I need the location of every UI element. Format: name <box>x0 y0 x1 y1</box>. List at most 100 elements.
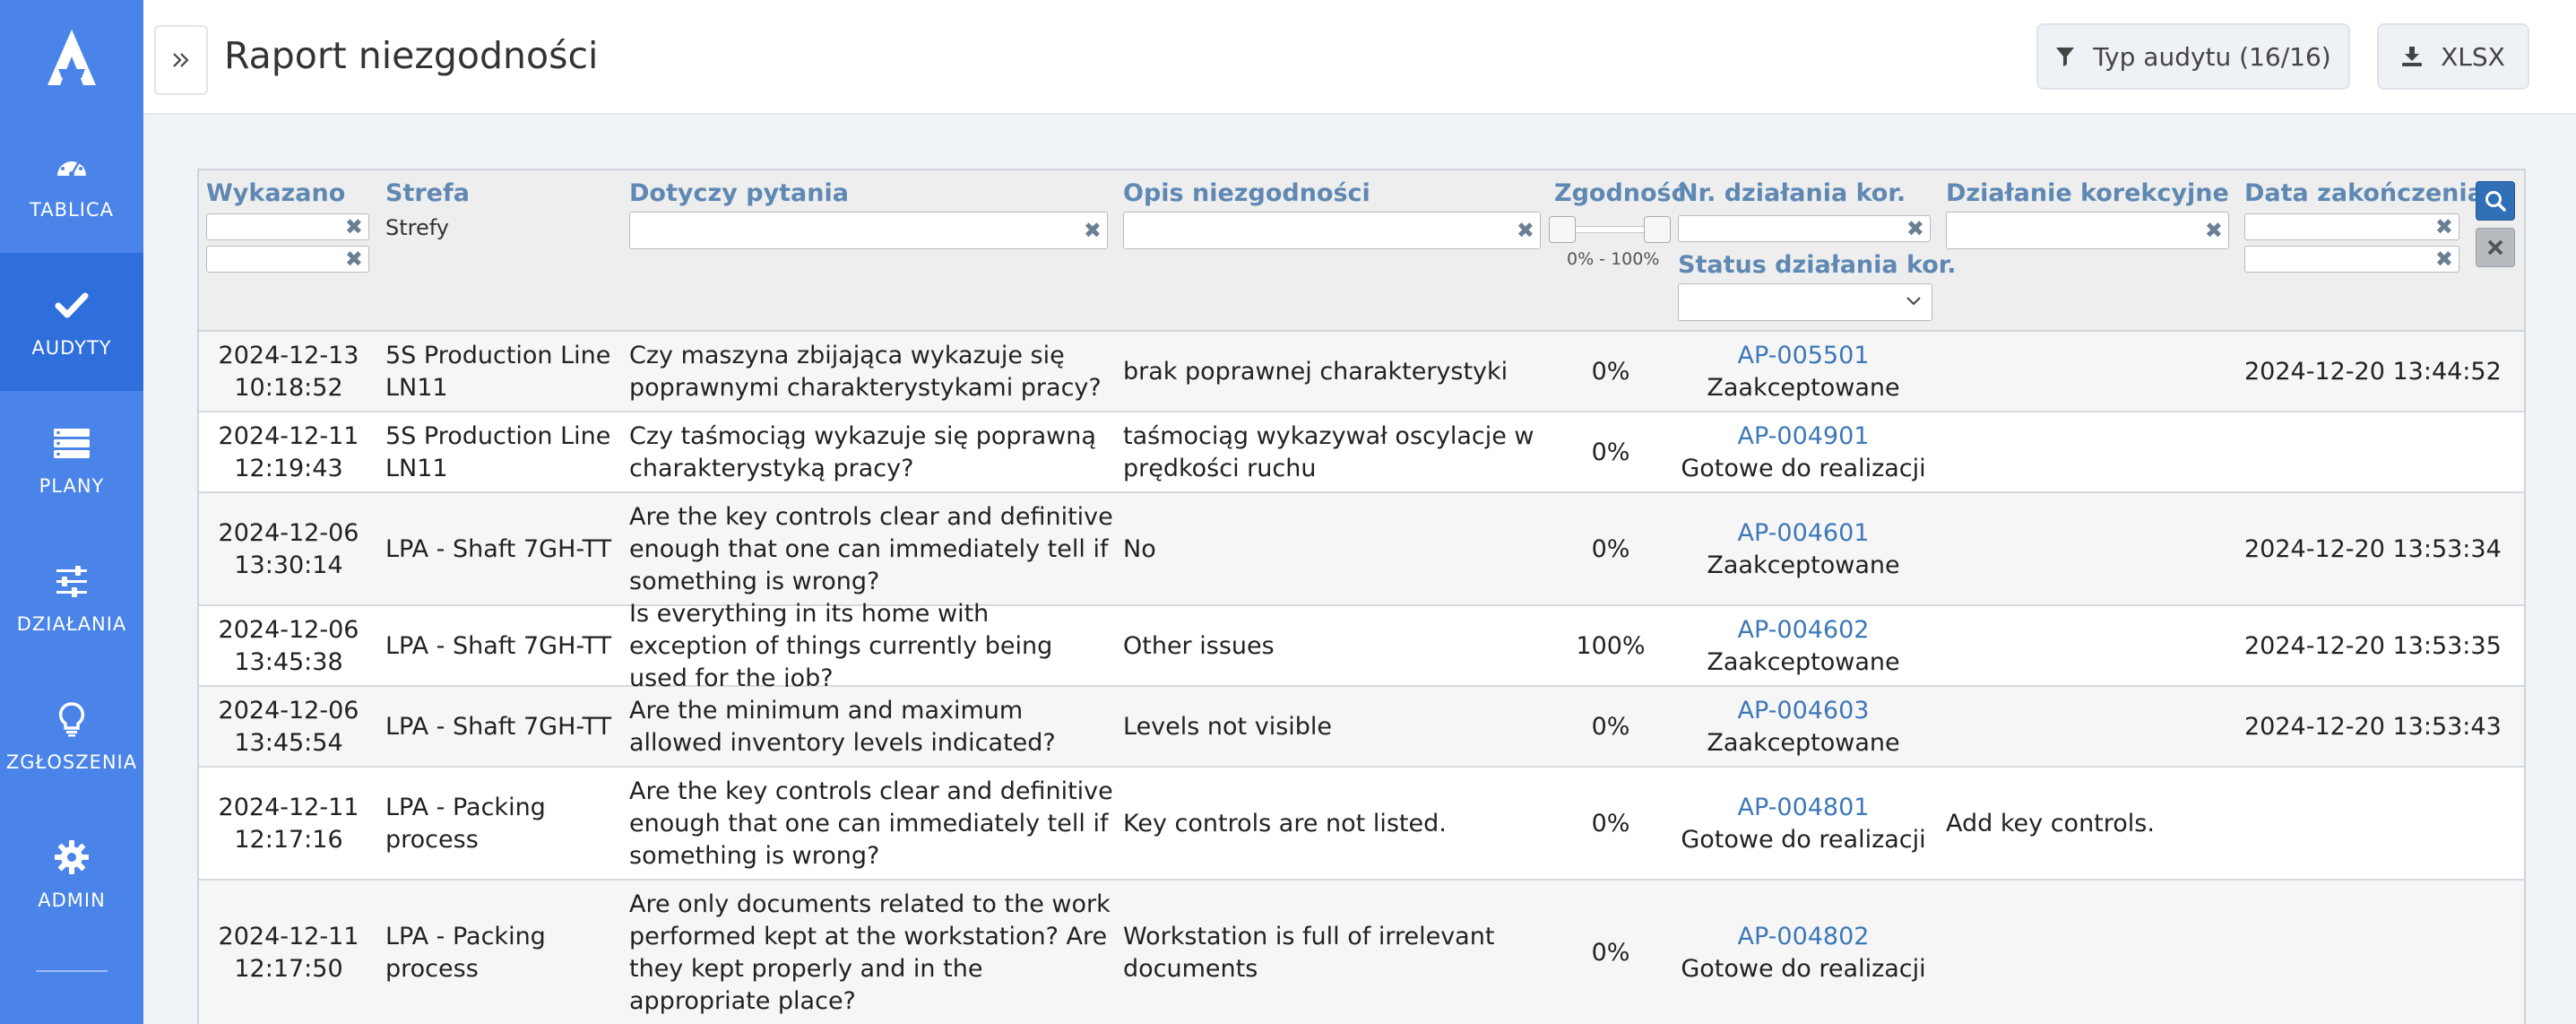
row-end-date: 2024-12-20 13:53:34 <box>2244 535 2502 563</box>
row-ap-link[interactable]: AP-004602 <box>1707 614 1899 647</box>
export-xlsx-button[interactable]: XLSX <box>2377 23 2529 90</box>
sliders-icon <box>52 561 91 601</box>
clear-filters-button[interactable] <box>2476 228 2515 267</box>
row-date: 2024-12-11 12:17:16 <box>218 794 359 854</box>
row-zone: LPA - Shaft 7GH-TT <box>385 632 612 660</box>
audit-type-filter-button[interactable]: Typ audytu (16/16) <box>2036 23 2350 90</box>
search-button[interactable] <box>2476 181 2515 221</box>
data-zakonczenia-to-input[interactable]: ✖ <box>2244 246 2459 273</box>
sidebar-item-audyty[interactable]: AUDYTY <box>0 253 143 391</box>
table-row[interactable]: 2024-12-06 13:30:14 LPA - Shaft 7GH-TT Ar… <box>199 493 2524 606</box>
row-question: Are the key controls clear and definitiv… <box>629 777 1113 870</box>
column-header-strefa[interactable]: Strefa <box>385 179 470 207</box>
zgodnosc-slider-min-handle[interactable] <box>1549 216 1576 243</box>
column-header-zgodnosc[interactable]: Zgodność <box>1554 179 1686 207</box>
column-header-opis[interactable]: Opis niezgodności <box>1123 179 1370 207</box>
row-date: 2024-12-06 13:45:54 <box>218 697 359 757</box>
download-icon <box>2401 46 2423 67</box>
row-ap-link[interactable]: AP-004901 <box>1681 421 1925 453</box>
wykazano-to-input[interactable]: ✖ <box>206 246 369 273</box>
clear-icon[interactable]: ✖ <box>1517 220 1534 241</box>
row-ap-link[interactable]: AP-004802 <box>1681 921 1925 953</box>
row-question: Are only documents related to the work p… <box>629 890 1111 1015</box>
row-compliance: 0% <box>1591 939 1630 967</box>
row-description: Other issues <box>1123 632 1275 660</box>
row-question: Is everything in its home with exception… <box>629 600 1053 692</box>
table-row[interactable]: 2024-12-06 13:45:54 LPA - Shaft 7GH-TT Ar… <box>199 687 2524 768</box>
export-xlsx-label: XLSX <box>2441 41 2505 72</box>
row-compliance: 0% <box>1591 438 1630 466</box>
row-ap-link[interactable]: AP-004601 <box>1707 517 1899 550</box>
zgodnosc-range-label: 0% - 100% <box>1567 249 1660 269</box>
opis-filter-input[interactable]: ✖ <box>1123 212 1541 249</box>
row-description: Workstation is full of irrelevant docume… <box>1123 923 1495 983</box>
clear-icon[interactable]: ✖ <box>2435 248 2453 270</box>
sidebar-item-dzialania[interactable]: DZIAŁANIA <box>0 529 143 667</box>
dzialanie-filter-input[interactable]: ✖ <box>1946 212 2229 249</box>
row-compliance: 0% <box>1591 810 1630 837</box>
page-title: Raport niezgodności <box>224 34 599 77</box>
sidebar-toggle-button[interactable] <box>154 25 208 95</box>
logo-icon <box>48 30 96 85</box>
sidebar-item-zgloszenia[interactable]: ZGŁOSZENIA <box>0 667 143 805</box>
check-icon <box>52 285 91 325</box>
column-header-pytanie[interactable]: Dotyczy pytania <box>629 179 849 207</box>
sidebar-item-label: ZGŁOSZENIA <box>5 751 138 773</box>
row-date: 2024-12-06 13:30:14 <box>218 519 359 579</box>
status-dzialania-select[interactable] <box>1678 283 1932 321</box>
row-compliance: 0% <box>1591 358 1630 386</box>
row-zone: LPA - Shaft 7GH-TT <box>385 713 612 741</box>
sidebar-item-label: DZIAŁANIA <box>16 613 127 635</box>
wykazano-from-input[interactable]: ✖ <box>206 213 369 240</box>
sidebar-item-admin[interactable]: ADMIN <box>0 805 143 943</box>
nr-dzialania-filter-input[interactable]: ✖ <box>1678 215 1931 242</box>
row-date: 2024-12-11 12:17:50 <box>218 923 359 983</box>
pytanie-filter-input[interactable]: ✖ <box>629 212 1108 249</box>
double-chevron-right-icon <box>173 53 189 67</box>
app-logo[interactable] <box>0 0 143 115</box>
clear-icon[interactable]: ✖ <box>2435 216 2453 238</box>
row-ap-link[interactable]: AP-005501 <box>1707 340 1899 372</box>
sidebar-divider <box>36 970 108 972</box>
row-date: 2024-12-06 13:45:38 <box>218 616 359 676</box>
row-compliance: 0% <box>1591 713 1630 741</box>
row-ap-link[interactable]: AP-004603 <box>1707 695 1899 727</box>
sidebar-item-plany[interactable]: PLANY <box>0 391 143 529</box>
row-ap-link[interactable]: AP-004801 <box>1681 792 1925 824</box>
clear-icon[interactable]: ✖ <box>2205 220 2223 241</box>
row-zone: 5S Production Line LN11 <box>385 342 611 402</box>
column-header-status-dzialania[interactable]: Status działania kor. <box>1678 251 1957 279</box>
column-header-data-zakonczenia[interactable]: Data zakończenia <box>2244 179 2484 207</box>
column-header-nr-dzialania[interactable]: Nr. działania kor. <box>1678 179 1906 207</box>
column-header-wykazano[interactable]: Wykazano <box>206 179 345 207</box>
clear-icon[interactable]: ✖ <box>1906 218 1924 239</box>
sidebar-item-label: TABLICA <box>30 199 114 221</box>
row-status: Zaakceptowane <box>1707 729 1900 757</box>
sidebar-item-tablica[interactable]: TABLICA <box>0 115 143 253</box>
nonconformity-report-table: Wykazano ✖ ✖ Strefa Strefy Dotyczy pytan… <box>197 169 2526 1024</box>
row-status: Zaakceptowane <box>1707 648 1900 676</box>
clear-icon[interactable]: ✖ <box>1084 220 1102 241</box>
table-row[interactable]: 2024-12-11 12:17:16 LPA - Packing process… <box>199 768 2524 881</box>
table-row[interactable]: 2024-12-06 13:45:38 LPA - Shaft 7GH-TT Is… <box>199 600 2524 692</box>
zgodnosc-slider-max-handle[interactable] <box>1644 216 1671 243</box>
sidebar-item-label: ADMIN <box>38 889 106 911</box>
sidebar: TABLICA AUDYTY PLANY DZIAŁANIA ZGŁOSZENI… <box>0 0 143 1024</box>
data-zakonczenia-from-input[interactable]: ✖ <box>2244 213 2459 240</box>
clear-icon[interactable]: ✖ <box>345 248 363 270</box>
strefa-filter-value[interactable]: Strefy <box>385 215 449 240</box>
search-icon <box>2485 191 2506 212</box>
table-row[interactable]: 2024-12-11 12:19:43 5S Production Line LN… <box>199 412 2524 493</box>
column-header-dzialanie[interactable]: Działanie korekcyjne <box>1946 179 2229 207</box>
row-zone: LPA - Packing process <box>385 794 546 854</box>
row-description: Levels not visible <box>1123 713 1333 741</box>
sidebar-item-label: PLANY <box>39 475 105 497</box>
lightbulb-icon <box>52 699 91 739</box>
row-status: Zaakceptowane <box>1707 551 1900 579</box>
row-action: Add key controls. <box>1946 810 2155 837</box>
table-row[interactable]: 2024-12-11 12:17:50 LPA - Packing process… <box>199 881 2524 1024</box>
table-row[interactable]: 2024-12-13 10:18:52 5S Production Line LN… <box>199 332 2524 412</box>
filter-icon <box>2055 46 2075 67</box>
clear-icon[interactable]: ✖ <box>345 216 363 238</box>
row-status: Gotowe do realizacji <box>1681 955 1926 983</box>
